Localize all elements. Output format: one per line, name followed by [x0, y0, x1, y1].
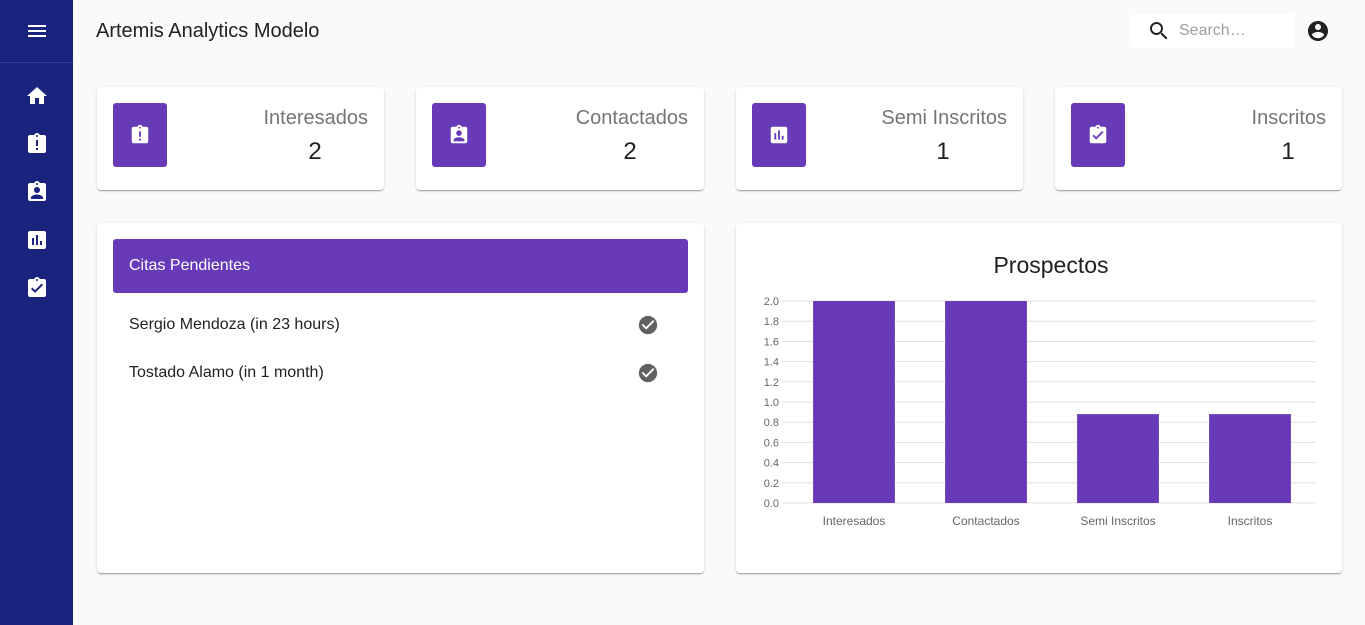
- sidebar: [0, 0, 73, 625]
- y-tick-label: 0.2: [764, 478, 779, 490]
- chart-bar[interactable]: [813, 301, 895, 503]
- stat-label: Interesados: [263, 107, 368, 129]
- sidebar-item-home[interactable]: [0, 72, 73, 120]
- citas-card: Citas Pendientes Sergio Mendoza (in 23 h…: [97, 223, 704, 573]
- stat-icon-box: [113, 103, 167, 167]
- chart-bar[interactable]: [1077, 414, 1159, 503]
- citas-header: Citas Pendientes: [113, 239, 688, 293]
- stat-card-contactados: Contactados 2: [416, 87, 704, 190]
- x-tick-label: Interesados: [823, 514, 886, 528]
- prospectos-chart-card: Prospectos 0.0 0.2 0.4 0.6 0.8 1.0 1.2 1.4 1.6 1.…: [736, 223, 1342, 573]
- search-box[interactable]: [1131, 14, 1294, 48]
- bar-chart-icon: [27, 231, 46, 249]
- y-tick-label: 1.6: [764, 336, 779, 348]
- check-circle-icon[interactable]: [637, 362, 659, 384]
- clipboard-alert-icon: [27, 133, 46, 153]
- y-tick-label: 1.2: [764, 377, 779, 389]
- y-tick-label: 0.4: [764, 458, 779, 470]
- sidebar-item-semi-inscritos[interactable]: [0, 216, 73, 264]
- chart-title: Prospectos: [993, 252, 1108, 278]
- sidebar-item-interesados[interactable]: [0, 120, 73, 168]
- stat-value: 1: [1281, 138, 1295, 165]
- stat-icon-box: [752, 103, 806, 167]
- stat-label: Contactados: [575, 107, 688, 129]
- x-tick-label: Inscritos: [1228, 514, 1273, 528]
- search-icon: [1150, 22, 1168, 40]
- stat-label: Semi Inscritos: [881, 107, 1007, 129]
- clipboard-check-icon: [27, 277, 46, 297]
- prospectos-chart: Prospectos 0.0 0.2 0.4 0.6 0.8 1.0 1.2 1.4 1.6 1.…: [764, 252, 1316, 528]
- clipboard-check-icon: [1089, 124, 1107, 144]
- sidebar-item-contactados[interactable]: [0, 168, 73, 216]
- stat-value: 1: [936, 138, 950, 165]
- y-tick-label: 0.0: [764, 498, 779, 510]
- home-icon: [26, 87, 47, 104]
- clipboard-account-icon: [27, 181, 46, 201]
- y-tick-label: 2.0: [764, 296, 779, 308]
- stat-value: 2: [623, 138, 637, 165]
- y-tick-label: 0.6: [764, 437, 779, 449]
- app-title: Artemis Analytics Modelo: [96, 20, 320, 42]
- account-circle-icon: [1308, 21, 1328, 41]
- x-tick-label: Contactados: [952, 514, 1019, 528]
- clipboard-alert-icon: [131, 124, 149, 144]
- menu-icon: [27, 25, 46, 37]
- sidebar-item-inscritos[interactable]: [0, 264, 73, 312]
- stat-card-inscritos: Inscritos 1: [1055, 87, 1342, 190]
- list-item: Sergio Mendoza (in 23 hours): [113, 301, 688, 349]
- bar-chart-icon: [770, 126, 788, 144]
- stat-card-semi-inscritos: Semi Inscritos 1: [736, 87, 1023, 190]
- chart-bar[interactable]: [1209, 414, 1291, 503]
- y-tick-label: 0.8: [764, 417, 779, 429]
- stat-icon-box: [432, 103, 486, 167]
- clipboard-account-icon: [450, 124, 468, 144]
- stat-card-interesados: Interesados 2: [97, 87, 384, 190]
- cita-text: Tostado Alamo (in 1 month): [129, 364, 324, 381]
- stat-icon-box: [1071, 103, 1125, 167]
- search-input[interactable]: [1179, 22, 1289, 40]
- check-circle-icon[interactable]: [637, 314, 659, 336]
- account-button[interactable]: [1305, 18, 1331, 44]
- y-tick-label: 1.4: [764, 357, 779, 369]
- stat-label: Inscritos: [1251, 107, 1326, 129]
- y-tick-label: 1.8: [764, 316, 779, 328]
- x-tick-label: Semi Inscritos: [1080, 514, 1155, 528]
- menu-button[interactable]: [0, 0, 73, 63]
- y-tick-label: 1.0: [764, 397, 779, 409]
- list-item: Tostado Alamo (in 1 month): [113, 349, 688, 397]
- stat-value: 2: [308, 138, 322, 165]
- chart-bar[interactable]: [945, 301, 1027, 503]
- cita-text: Sergio Mendoza (in 23 hours): [129, 316, 340, 333]
